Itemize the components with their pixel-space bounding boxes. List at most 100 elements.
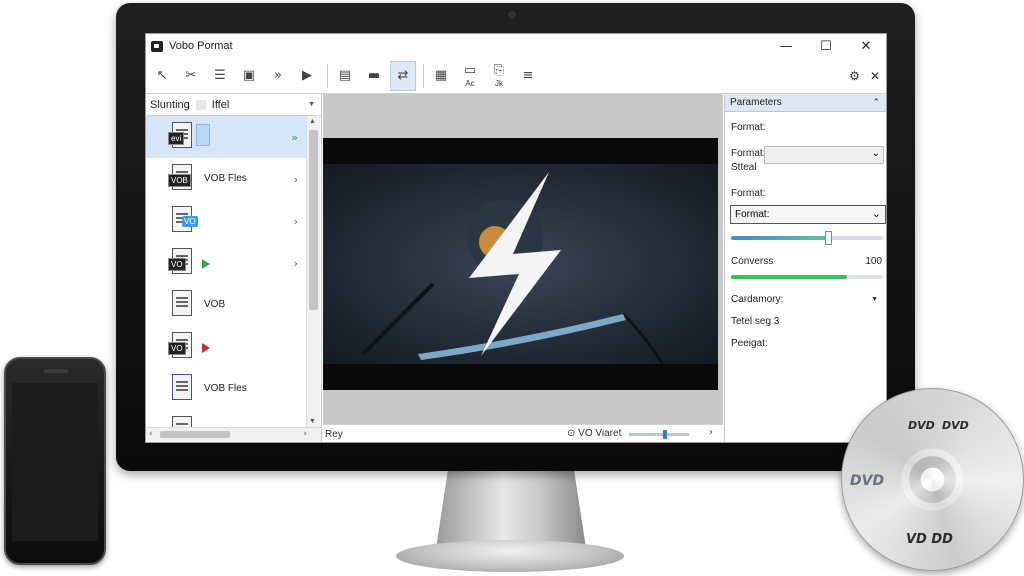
collapse-icon[interactable]: ⌃	[872, 98, 880, 108]
scene: Vobo Pormat — ☐ ✕ ↖ ✂ ☰ ▣ » ▶ ▤ ▬ ⇄ ▦ ▭ A…	[0, 0, 1024, 576]
toolbar-separator	[327, 63, 328, 88]
file-icon: VO	[168, 332, 210, 362]
vertical-scrollbar[interactable]: ▲ ▼	[306, 116, 320, 427]
format-select-value: Format:	[735, 209, 770, 220]
status-text: Rey	[325, 428, 343, 440]
page-icon: ⎘	[493, 63, 505, 78]
grid-icon: ▦	[434, 68, 448, 83]
close-panel-icon[interactable]: ✕	[870, 69, 880, 83]
cursor-icon: ↖	[156, 68, 168, 83]
column-divider	[195, 99, 206, 110]
parameters-title: Parameters	[730, 97, 782, 108]
monitor-stand-neck	[436, 470, 586, 548]
monitor-icon: ▭	[463, 63, 477, 78]
list-item[interactable]: VOB VOB Fles ›	[146, 158, 306, 200]
scroll-down-icon[interactable]: ▼	[309, 418, 316, 425]
save-button[interactable]: ▣	[236, 61, 262, 91]
menu-button[interactable]: ≡	[515, 61, 541, 91]
chevron-right-icon: ›	[293, 215, 298, 228]
scroll-thumb[interactable]	[160, 431, 230, 438]
app-icon	[151, 40, 163, 52]
video-frame[interactable]	[323, 138, 718, 390]
dropdown-arrow-icon[interactable]: ▼	[871, 296, 878, 303]
document-button[interactable]: ▤	[332, 61, 358, 91]
toolbar-right: ⚙ ✕	[849, 58, 880, 94]
file-icon	[168, 374, 200, 404]
fast-forward-icon: »	[274, 68, 282, 83]
cut-icon: ✂	[185, 68, 197, 83]
list-item[interactable]	[146, 410, 306, 427]
format-sublabel: Stteal	[731, 162, 757, 173]
settings-icon[interactable]: ⚙	[849, 69, 860, 83]
parameters-panel: Parameters ⌃ Format: Format: Stteal ⌄ Fo…	[724, 94, 886, 442]
select-tool-button[interactable]: ↖	[149, 61, 175, 91]
conversion-label: Converss	[731, 256, 774, 267]
file-name: VOB Fles	[204, 383, 247, 394]
chevron-right-icon: ›	[293, 257, 298, 270]
next-arrow-icon[interactable]: ›	[709, 427, 713, 438]
file-list: evi » VOB VOB Fles › VO › VO › VOB VO VO…	[146, 116, 306, 427]
disc-label: VD DD	[906, 532, 953, 547]
list-button[interactable]: ☰	[207, 61, 233, 91]
chevron-right-icon: ›	[293, 173, 298, 186]
close-button[interactable]: ✕	[846, 34, 886, 58]
grid-button[interactable]: ▦	[428, 61, 454, 91]
file-list-header: Slunting Iffel ▼	[146, 94, 321, 116]
scroll-left-icon[interactable]: ‹	[149, 429, 153, 439]
lines-icon: ≡	[522, 68, 534, 83]
format-dropdown[interactable]: ⌄	[764, 146, 884, 164]
slider-knob[interactable]	[663, 430, 667, 439]
horizontal-scrollbar[interactable]: ‹ ›	[146, 427, 321, 441]
convert-button[interactable]: ⇄	[390, 60, 416, 91]
film-button[interactable]: ▬	[361, 61, 387, 91]
progress-fill	[731, 275, 847, 279]
app-window: Vobo Pormat — ☐ ✕ ↖ ✂ ☰ ▣ » ▶ ▤ ▬ ⇄ ▦ ▭ A…	[145, 33, 887, 443]
quality-slider[interactable]	[731, 231, 883, 245]
format-label: Format:	[731, 188, 766, 199]
list-item[interactable]: evi »	[146, 116, 306, 158]
dvd-disc: DVD DVD DVD VD DD	[841, 388, 1024, 571]
scroll-up-icon[interactable]: ▲	[309, 118, 316, 125]
category-label: Cardamory:	[731, 294, 784, 305]
sort-arrow-icon[interactable]: ▼	[308, 101, 315, 108]
video-preview	[323, 94, 723, 424]
video-content	[323, 164, 718, 365]
format-select[interactable]: Format: ⌄	[730, 205, 886, 224]
arrow-icon: »	[291, 131, 298, 144]
play-button[interactable]: ▶	[294, 61, 320, 91]
slider-knob[interactable]	[825, 231, 833, 245]
toolbar: ↖ ✂ ☰ ▣ » ▶ ▤ ▬ ⇄ ▦ ▭ Ac ⎘ Jk ≡ ⚙ ✕	[146, 58, 886, 94]
column-header-name[interactable]: Slunting	[150, 99, 190, 111]
list-item[interactable]: VO	[146, 326, 306, 368]
phone-speaker	[44, 369, 68, 373]
file-panel: Slunting Iffel ▼ evi » VOB VOB Fles › VO…	[146, 94, 322, 442]
scroll-thumb[interactable]	[309, 130, 318, 310]
file-name: VOB	[204, 299, 226, 310]
list-item[interactable]: VO ›	[146, 200, 306, 242]
audio-button[interactable]: ▭ Ac	[457, 61, 483, 91]
smartphone	[4, 357, 106, 565]
list-item[interactable]: VOB	[146, 284, 306, 326]
subtitle-button[interactable]: ⎘ Jk	[486, 61, 512, 91]
forward-button[interactable]: »	[265, 61, 291, 91]
trim-button[interactable]: ✂	[178, 61, 204, 91]
minimize-button[interactable]: —	[766, 34, 806, 58]
list-item[interactable]: VO ›	[146, 242, 306, 284]
preview-slider[interactable]	[629, 430, 689, 439]
scroll-right-icon[interactable]: ›	[303, 429, 307, 439]
list-item[interactable]: VOB Fles	[146, 368, 306, 410]
column-header-type[interactable]: Iffel	[212, 99, 230, 111]
parameters-header[interactable]: Parameters ⌃	[725, 94, 886, 112]
vob-variant-label[interactable]: ⊙ VO Viaret	[567, 428, 621, 439]
file-icon: VO	[168, 206, 200, 236]
convert-icon: ⇄	[397, 68, 409, 83]
play-icon: ▶	[302, 68, 312, 83]
lightning-bolt-icon	[361, 172, 665, 365]
format-label: Format:	[731, 148, 766, 159]
file-icon	[168, 290, 200, 320]
preview-status-bar: Rey ⊙ VO Viaret ›	[323, 424, 723, 442]
disc-label: DVD	[908, 419, 935, 432]
monitor-stand-base	[396, 540, 624, 572]
maximize-button[interactable]: ☐	[806, 34, 846, 58]
chevron-down-icon: ⌄	[871, 207, 881, 220]
